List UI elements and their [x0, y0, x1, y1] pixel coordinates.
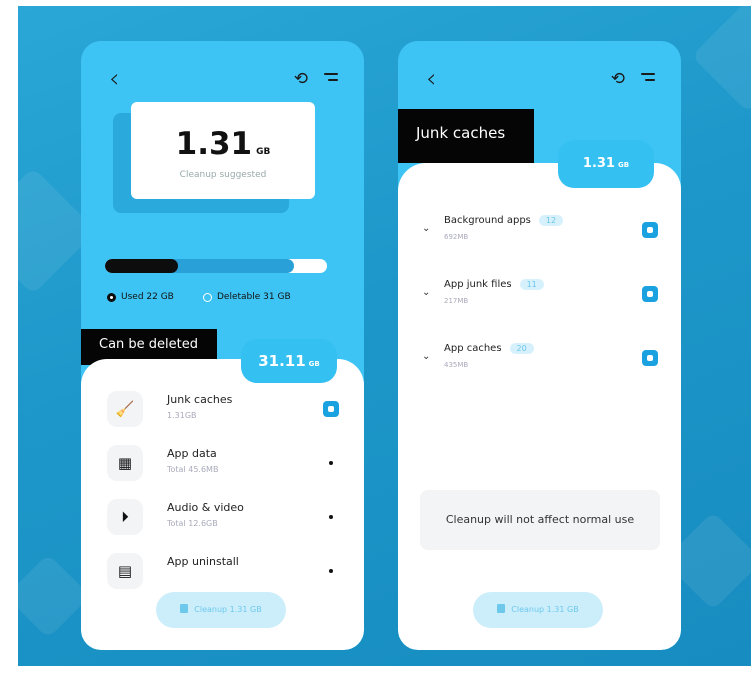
item-title: Junk caches — [167, 393, 233, 406]
background-shape — [18, 553, 91, 639]
legend-used: Used 22 GB — [107, 292, 174, 302]
item-subtitle: 1.31GB — [167, 411, 197, 420]
item-checkbox[interactable] — [642, 350, 658, 366]
cleanup-button-label: Cleanup 1.31 GB — [194, 605, 262, 614]
item-checkbox[interactable] — [642, 286, 658, 302]
list-item-background-apps[interactable]: ⌄ Background apps 12 692MB — [422, 215, 658, 247]
info-message: Cleanup will not affect normal use — [420, 490, 660, 550]
back-arrow-icon[interactable]: ‹ — [109, 66, 119, 92]
count-badge: 11 — [519, 279, 544, 290]
item-title: App data — [167, 447, 217, 460]
count-badge: 12 — [538, 215, 564, 226]
deletable-size-pill: 31.11 GB — [241, 339, 337, 383]
item-dot[interactable] — [329, 569, 333, 573]
item-checkbox[interactable] — [642, 222, 658, 238]
legend-used-label: Used 22 GB — [121, 292, 174, 302]
play-icon: ⏵ — [107, 499, 143, 535]
junk-caches-screen: ‹ ⟲ Junk caches ⌄ Background apps 12 692M… — [398, 41, 681, 650]
item-subtitle: Total 12.6GB — [167, 519, 218, 528]
legend-deletable-dot — [203, 292, 212, 302]
legend-deletable-label: Deletable 31 GB — [217, 292, 291, 302]
deletable-list-sheet: 🧹 Junk caches 1.31GB ▦ App data Total 45… — [81, 359, 364, 650]
list-item-app-junk-files[interactable]: ⌄ App junk files 11 217MB — [422, 279, 658, 311]
background-shape — [691, 6, 751, 113]
chevron-down-icon[interactable]: ⌄ — [422, 287, 430, 298]
count-badge: 20 — [509, 343, 534, 354]
item-size: 217MB — [444, 297, 469, 305]
item-dot[interactable] — [329, 515, 333, 519]
cleanup-summary-card: 1.31 GB Cleanup suggested — [131, 102, 315, 199]
list-item-app-caches[interactable]: ⌄ App caches 20 435MB — [422, 343, 658, 375]
cleanup-caption: Cleanup suggested — [179, 170, 267, 180]
legend-deletable: Deletable 31 GB — [203, 292, 291, 302]
list-item-junk-caches[interactable]: 🧹 Junk caches 1.31GB — [107, 391, 339, 427]
item-subtitle: Total 45.6MB — [167, 465, 219, 474]
junk-size-pill: 1.31 GB — [558, 140, 654, 188]
list-item-audio-video[interactable]: ⏵ Audio & video Total 12.6GB — [107, 499, 339, 535]
storage-overview-screen: ‹ ⟲ 1.31 GB Cleanup suggested Used 22 GB … — [81, 41, 364, 650]
item-title: App caches 20 — [444, 343, 534, 354]
list-item-app-uninstall[interactable]: ▤ App uninstall — [107, 553, 339, 589]
trash-icon — [497, 604, 506, 613]
storage-bar-used — [105, 259, 179, 273]
broom-icon: 🧹 — [107, 391, 143, 427]
list-item-app-data[interactable]: ▦ App data Total 45.6MB — [107, 445, 339, 481]
junk-size: 1.31 — [582, 156, 615, 171]
legend-used-dot — [107, 292, 116, 302]
trash-icon — [180, 604, 189, 613]
cleanup-button[interactable]: Cleanup 1.31 GB — [473, 592, 603, 628]
cleanup-button-label: Cleanup 1.31 GB — [511, 605, 579, 614]
section-title: Junk caches — [398, 109, 534, 163]
item-size: 692MB — [444, 233, 469, 241]
item-dot[interactable] — [329, 461, 333, 465]
back-arrow-icon[interactable]: ‹ — [426, 66, 436, 92]
item-title: App junk files 11 — [444, 279, 544, 290]
menu-icon[interactable] — [641, 73, 655, 85]
cleanup-button[interactable]: Cleanup 1.31 GB — [156, 592, 286, 628]
deletable-unit: GB — [308, 360, 320, 368]
chevron-down-icon[interactable]: ⌄ — [422, 351, 430, 362]
grid-icon: ▦ — [107, 445, 143, 481]
junk-list-sheet: ⌄ Background apps 12 692MB ⌄ App junk fil… — [398, 163, 681, 650]
refresh-icon[interactable]: ⟲ — [611, 69, 625, 89]
chevron-down-icon[interactable]: ⌄ — [422, 223, 430, 234]
item-title: Audio & video — [167, 501, 244, 514]
storage-progress-bar — [105, 259, 327, 273]
deletable-size: 31.11 — [258, 352, 306, 370]
junk-unit: GB — [617, 161, 630, 169]
apps-icon: ▤ — [107, 553, 143, 589]
menu-icon[interactable] — [324, 73, 338, 85]
cleanup-size: 1.31 GB — [175, 126, 271, 162]
item-checkbox[interactable] — [323, 401, 339, 417]
refresh-icon[interactable]: ⟲ — [294, 69, 308, 89]
item-size: 435MB — [444, 361, 469, 369]
item-title: Background apps 12 — [444, 215, 564, 226]
showcase-background: ‹ ⟲ 1.31 GB Cleanup suggested Used 22 GB … — [18, 6, 751, 666]
item-title: App uninstall — [167, 555, 239, 568]
